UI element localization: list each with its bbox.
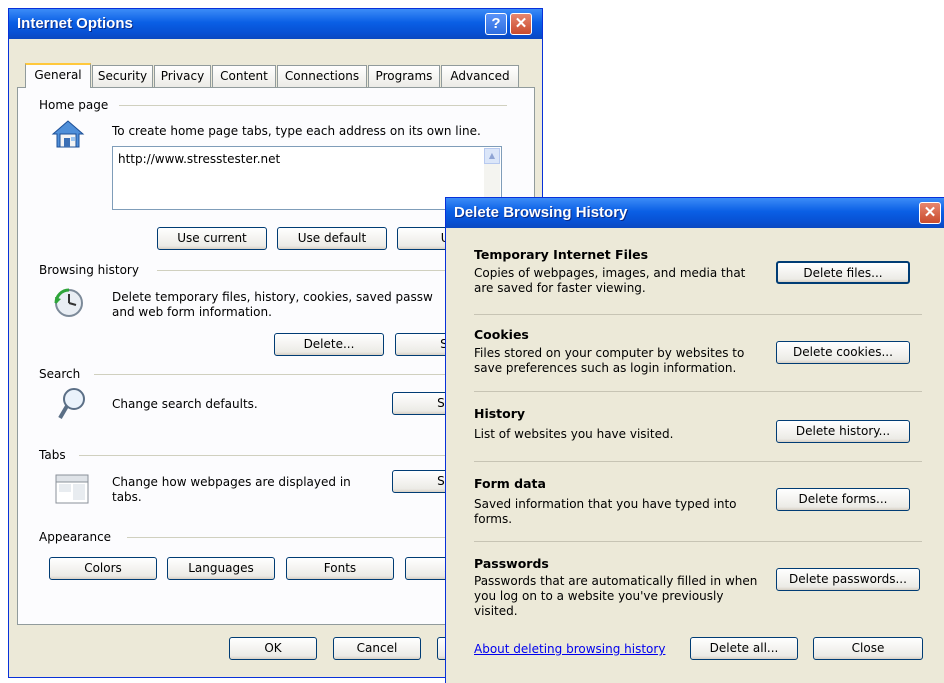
tabs-divider — [79, 455, 507, 456]
delete-history-items-button[interactable]: Delete history... — [776, 420, 910, 443]
home-page-instruction: To create home page tabs, type each addr… — [112, 124, 481, 138]
passwords-title: Passwords — [474, 556, 549, 571]
use-current-button[interactable]: Use current — [157, 227, 267, 250]
home-page-group-label: Home page — [39, 98, 109, 112]
delete-cookies-button[interactable]: Delete cookies... — [776, 341, 910, 364]
home-page-divider — [119, 105, 507, 106]
tab-privacy[interactable]: Privacy — [154, 65, 211, 87]
tab-programs[interactable]: Programs — [368, 65, 440, 87]
section-divider — [474, 391, 922, 392]
temp-files-description-line2: are saved for faster viewing. — [474, 281, 646, 295]
passwords-description-line2: you log on to a website you've previousl… — [474, 589, 724, 603]
help-button[interactable]: ? — [485, 13, 507, 35]
delete-files-button[interactable]: Delete files... — [776, 261, 910, 284]
browsing-history-description-line1: Delete temporary files, history, cookies… — [112, 290, 433, 304]
scroll-up-arrow-icon[interactable]: ▲ — [484, 148, 500, 164]
fonts-button[interactable]: Fonts — [286, 557, 394, 580]
tab-content[interactable]: Content — [212, 65, 276, 87]
dialog-close-x-button[interactable]: ✕ — [919, 202, 941, 224]
ok-button[interactable]: OK — [229, 637, 317, 660]
tabs-description-line2: tabs. — [112, 490, 142, 504]
tabs-description-line1: Change how webpages are displayed in — [112, 475, 351, 489]
tab-security[interactable]: Security — [92, 65, 153, 87]
cookies-description-line1: Files stored on your computer by website… — [474, 346, 745, 360]
delete-history-button[interactable]: Delete... — [274, 333, 384, 356]
home-page-url-value: http://www.stresstester.net — [118, 152, 281, 166]
languages-button[interactable]: Languages — [167, 557, 275, 580]
temp-files-description-line1: Copies of webpages, images, and media th… — [474, 266, 746, 280]
history-description: List of websites you have visited. — [474, 427, 674, 441]
search-description: Change search defaults. — [112, 397, 258, 411]
section-divider — [474, 461, 922, 462]
temp-files-title: Temporary Internet Files — [474, 247, 649, 262]
delete-history-titlebar[interactable]: Delete Browsing History — [446, 198, 944, 228]
form-data-title: Form data — [474, 476, 546, 491]
passwords-description-line3: visited. — [474, 604, 518, 618]
window-title: Internet Options — [17, 15, 133, 32]
tab-advanced[interactable]: Advanced — [441, 65, 519, 87]
colors-button[interactable]: Colors — [49, 557, 157, 580]
tabs-window-icon — [55, 474, 89, 504]
passwords-description-line1: Passwords that are automatically filled … — [474, 574, 758, 588]
close-window-button[interactable]: ✕ — [510, 13, 532, 35]
home-page-url-textarea[interactable]: http://www.stresstester.net ▲ — [112, 146, 502, 210]
browsing-history-description-line2: and web form information. — [112, 305, 272, 319]
dialog-title: Delete Browsing History — [454, 204, 628, 221]
form-data-description-line1: Saved information that you have typed in… — [474, 497, 737, 511]
tabs-group-label: Tabs — [39, 448, 66, 462]
cancel-button[interactable]: Cancel — [333, 637, 421, 660]
section-divider — [474, 541, 922, 542]
section-divider — [474, 314, 922, 315]
history-clock-icon — [54, 288, 83, 317]
cookies-description-line2: save preferences such as login informati… — [474, 361, 737, 375]
about-deleting-history-link[interactable]: About deleting browsing history — [474, 642, 665, 656]
appearance-group-label: Appearance — [39, 530, 112, 544]
internet-options-titlebar[interactable]: Internet Options — [9, 9, 542, 39]
delete-passwords-button[interactable]: Delete passwords... — [776, 568, 920, 591]
tab-general[interactable]: General — [25, 63, 91, 88]
delete-all-button[interactable]: Delete all... — [690, 637, 798, 660]
delete-forms-button[interactable]: Delete forms... — [776, 488, 910, 511]
form-data-description-line2: forms. — [474, 512, 513, 526]
tab-connections[interactable]: Connections — [277, 65, 367, 87]
search-group-label: Search — [39, 367, 81, 381]
magnifier-icon — [58, 388, 85, 420]
dialog-close-button[interactable]: Close — [813, 637, 923, 660]
history-title: History — [474, 406, 526, 421]
use-default-button[interactable]: Use default — [277, 227, 387, 250]
house-icon — [51, 120, 85, 148]
browsing-history-group-label: Browsing history — [39, 263, 139, 277]
cookies-title: Cookies — [474, 327, 529, 342]
